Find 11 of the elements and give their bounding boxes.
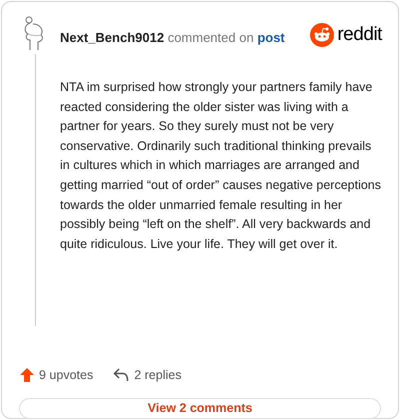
reddit-logo-icon [310,23,334,47]
comment-text: NTA im surprised how strongly your partners family have reacted considering the older sister was living with a partner for years. So they surely must not be very conservative. Ordinarily such traditional thinking prevails in cultures which in which marriages are arranged and getting married “out of order” causes negative perceptions towards the older unmarried female resulting in her possibly being “left on the shelf”. All very backwards and quite ridiculous. Live your life. They will get over it. [60,79,382,253]
upvote-icon[interactable] [19,367,35,384]
view-comments-button[interactable]: View 2 comments [19,398,381,418]
reply-count: 2 replies [134,367,182,384]
reply-icon[interactable] [113,368,130,382]
brand-name: reddit [337,22,382,47]
username[interactable]: Next_Bench9012 [60,30,164,46]
post-link[interactable]: post [257,30,285,46]
action-text: commented on [168,30,254,46]
upvote-count: 9 upvotes [39,367,94,384]
